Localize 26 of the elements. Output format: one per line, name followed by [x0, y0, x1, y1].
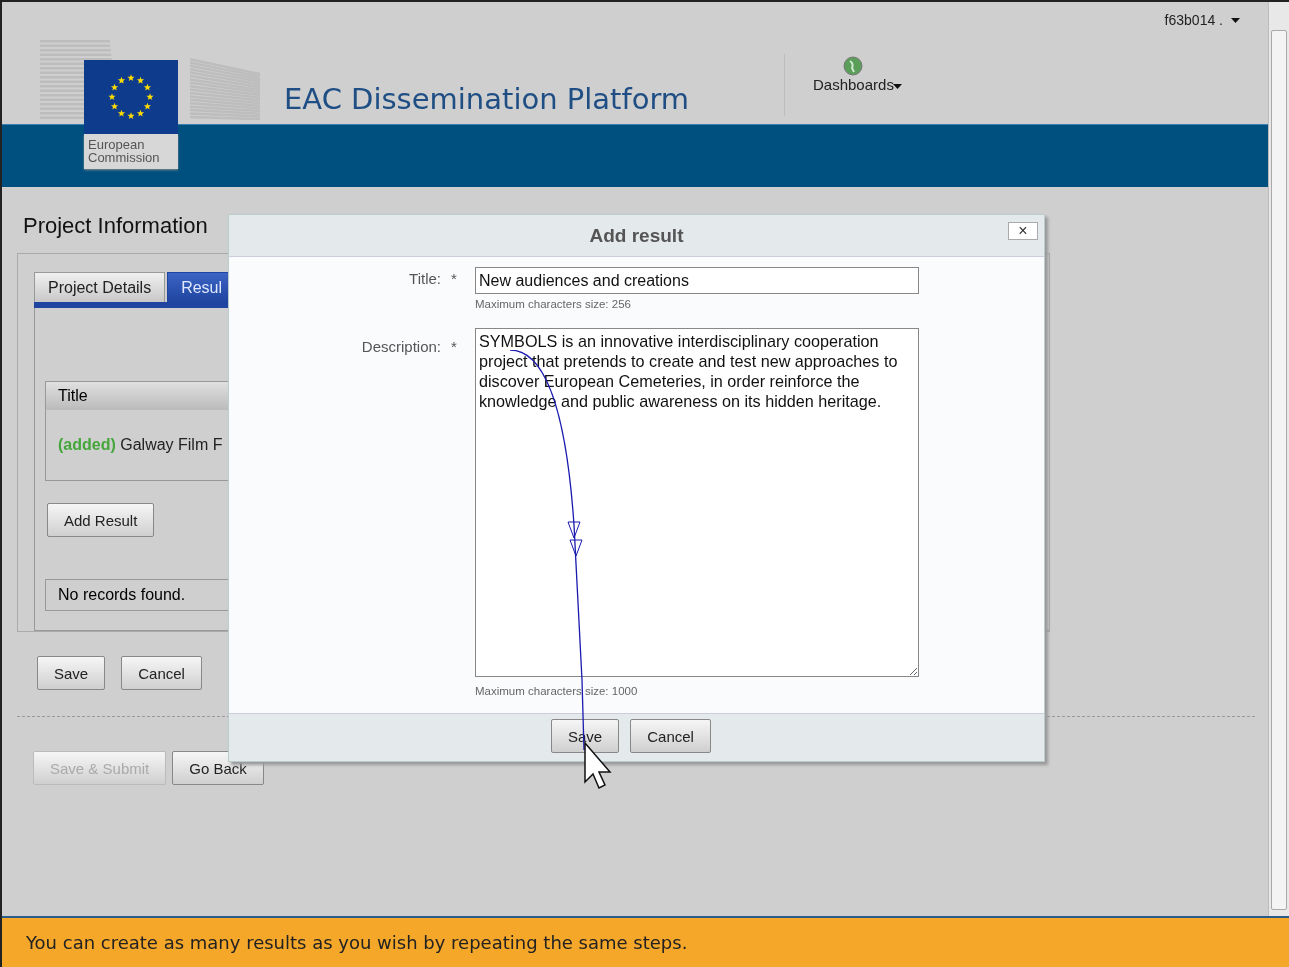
app-title: EAC Dissemination Platform — [283, 82, 691, 118]
field-label: Description: — [360, 337, 441, 357]
table-cell-text: (added) Galway Film F — [57, 435, 224, 455]
required-mark: * — [450, 269, 458, 289]
required-mark: * — [450, 337, 458, 357]
close-button[interactable]: × — [1008, 222, 1038, 240]
dialog-title: Add result — [589, 224, 684, 247]
caret-icon[interactable] — [1231, 17, 1240, 23]
logo-caption: European Commission — [84, 134, 178, 169]
tab[interactable]: Project Details — [34, 272, 166, 302]
dialog-button[interactable]: Cancel — [630, 719, 711, 753]
field-hint: Maximum characters size: 256 — [475, 298, 632, 310]
title-field[interactable]: New audiences and creations — [475, 267, 919, 294]
user-menu[interactable]: f63b014 . — [1164, 12, 1223, 28]
nav-item[interactable]: Dashboards — [813, 76, 894, 93]
flag-logo-icon — [84, 60, 178, 134]
globe-icon[interactable] — [843, 56, 864, 76]
form-button[interactable]: Save — [37, 656, 106, 690]
scrollbar[interactable] — [1268, 2, 1289, 916]
field-label: Title: — [408, 269, 441, 289]
page-title: Project Information — [23, 213, 208, 239]
form-button[interactable]: Cancel — [121, 656, 202, 690]
caret-icon[interactable] — [892, 84, 902, 89]
field-hint: Maximum characters size: 1000 — [475, 685, 639, 697]
tip-banner: You can create as many results as you wish by repeating the same steps. — [2, 916, 1289, 967]
add-result-button[interactable]: Add Result — [47, 503, 155, 537]
